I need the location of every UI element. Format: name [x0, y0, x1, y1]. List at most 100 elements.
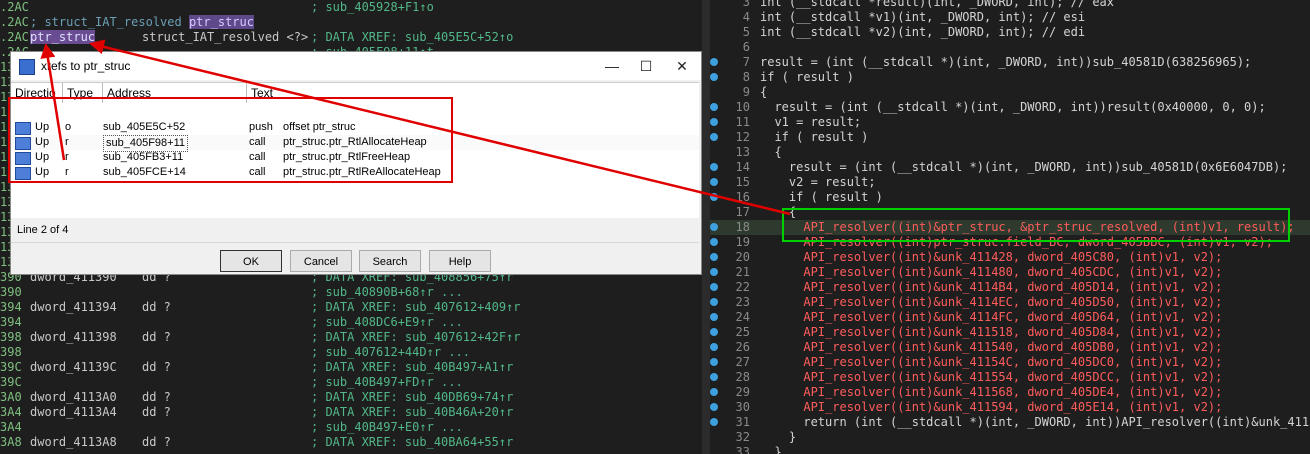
asm-comment: ; sub_40B497+FD↑r ... — [311, 375, 463, 389]
dialog-titlebar[interactable]: xrefs to ptr_struc — ☐ ✕ — [11, 52, 701, 80]
pseudocode-line[interactable]: 12 if ( result ) — [710, 130, 1310, 145]
breakpoint-dot-icon[interactable] — [710, 193, 718, 201]
cancel-button[interactable]: Cancel — [290, 250, 352, 272]
line-number: 25 — [735, 325, 750, 339]
pseudocode-line[interactable]: 14 result = (int (__stdcall *)(int, _DWO… — [710, 160, 1310, 175]
breakpoint-dot-icon[interactable] — [710, 223, 718, 231]
code-text: API_resolver((int)&unk_411554, dword_405… — [760, 370, 1223, 384]
breakpoint-dot-icon[interactable] — [710, 58, 718, 66]
asm-line[interactable]: .2AC ; sub_405928+F1↑o — [0, 0, 702, 15]
pseudocode-line[interactable]: 26 API_resolver((int)&unk_411540, dword_… — [710, 340, 1310, 355]
breakpoint-dot-icon[interactable] — [710, 358, 718, 366]
pseudocode-line[interactable]: 5 int (__stdcall *v2)(int, _DWORD, int); … — [710, 25, 1310, 40]
pseudocode-line[interactable]: 4 int (__stdcall *v1)(int, _DWORD, int); … — [710, 10, 1310, 25]
breakpoint-dot-icon[interactable] — [710, 73, 718, 81]
pseudocode-line[interactable]: 9{ — [710, 85, 1310, 100]
breakpoint-dot-icon[interactable] — [710, 238, 718, 246]
pseudocode-line[interactable]: 16 if ( result ) — [710, 190, 1310, 205]
asm-line[interactable]: 390 ; sub_40890B+68↑r ... — [0, 285, 702, 300]
label-text: dword_4113A4 — [30, 405, 117, 419]
minimize-button[interactable]: — — [595, 52, 629, 80]
pseudocode-line[interactable]: 25 API_resolver((int)&unk_411518, dword_… — [710, 325, 1310, 340]
asm-comment: ; DATA XREF: sub_40B497+A1↑r — [311, 360, 514, 374]
asm-line[interactable]: .2AC; struct_IAT_resolved ptr_struc — [0, 15, 702, 30]
highlighted-symbol[interactable]: ptr_struc — [188, 15, 254, 29]
pane-splitter[interactable] — [702, 0, 710, 454]
asm-line[interactable]: 394 dword_411394 dd ? ; DATA XREF: sub_4076… — [0, 300, 702, 315]
pseudocode-line[interactable]: 7 result = (int (__stdcall *)(int, _DWORD… — [710, 55, 1310, 70]
asm-label[interactable]: dword_411398 — [30, 330, 117, 345]
asm-line[interactable]: .2AC ptr_struc struct_IAT_resolved <?>; DA… — [0, 30, 702, 45]
breakpoint-dot-icon[interactable] — [710, 118, 718, 126]
pseudocode-line[interactable]: 31 return (int (__stdcall *)(int, _DWORD… — [710, 415, 1310, 430]
asm-line[interactable]: 394 ; sub_408DC6+E9↑r ... — [0, 315, 702, 330]
breakpoint-dot-icon[interactable] — [710, 253, 718, 261]
pseudocode-line[interactable]: 30 API_resolver((int)&unk_411594, dword_… — [710, 400, 1310, 415]
line-number: 10 — [735, 100, 750, 114]
pseudocode-line[interactable]: 15 v2 = result; — [710, 175, 1310, 190]
line-number: 19 — [735, 235, 750, 249]
pseudocode-line[interactable]: 33 } — [710, 445, 1310, 454]
breakpoint-dot-icon[interactable] — [710, 328, 718, 336]
pseudocode-line[interactable]: 32 } — [710, 430, 1310, 445]
line-number: 12 — [735, 130, 750, 144]
asm-address: .2AC — [0, 15, 29, 29]
breakpoint-dot-icon[interactable] — [710, 163, 718, 171]
line-number: 16 — [735, 190, 750, 204]
asm-line[interactable]: 39C ; sub_40B497+FD↑r ... — [0, 375, 702, 390]
breakpoint-dot-icon[interactable] — [710, 343, 718, 351]
asm-line[interactable]: 3A4 dword_4113A4 dd ? ; DATA XREF: sub_40B4… — [0, 405, 702, 420]
line-number: 27 — [735, 355, 750, 369]
breakpoint-dot-icon[interactable] — [710, 133, 718, 141]
asm-line[interactable]: 3A0 dword_4113A0 dd ? ; DATA XREF: sub_40DB… — [0, 390, 702, 405]
breakpoint-dot-icon[interactable] — [710, 313, 718, 321]
asm-label[interactable]: dword_4113A0 — [30, 390, 117, 405]
code-text: result = (int (__stdcall *)(int, _DWORD,… — [760, 160, 1288, 174]
asm-address: 3A4 — [0, 420, 22, 434]
asm-line[interactable]: 39C dword_41139C dd ? ; DATA XREF: sub_40B4… — [0, 360, 702, 375]
asm-label[interactable]: ptr_struc — [30, 30, 96, 45]
asm-line[interactable]: 3A8 dword_4113A8 dd ? ; DATA XREF: sub_40BA… — [0, 435, 702, 450]
asm-label[interactable]: ; struct_IAT_resolved ptr_struc — [30, 15, 254, 30]
status-line: Line 2 of 4 — [17, 224, 69, 236]
code-text: return (int (__stdcall *)(int, _DWORD, i… — [760, 415, 1310, 429]
close-button[interactable]: ✕ — [665, 52, 699, 80]
pseudocode-line[interactable]: 23 API_resolver((int)&unk_4114EC, dword_… — [710, 295, 1310, 310]
api-resolver-highlight-box — [782, 208, 1290, 242]
pseudocode-line[interactable]: 22 API_resolver((int)&unk_4114B4, dword_… — [710, 280, 1310, 295]
pseudocode-line[interactable]: 3 int (__stdcall *result)(int, _DWORD, in… — [710, 0, 1310, 10]
breakpoint-dot-icon[interactable] — [710, 103, 718, 111]
line-number: 17 — [735, 205, 750, 219]
help-button[interactable]: Help — [429, 250, 491, 272]
asm-label[interactable]: dword_4113A8 — [30, 435, 117, 450]
asm-line[interactable]: 3A4 ; sub_40B497+E0↑r ... — [0, 420, 702, 435]
pseudocode-line[interactable]: 6 — [710, 40, 1310, 55]
ok-button[interactable]: OK — [220, 250, 282, 272]
pseudocode-line[interactable]: 10 result = (int (__stdcall *)(int, _DWO… — [710, 100, 1310, 115]
pseudocode-line[interactable]: 24 API_resolver((int)&unk_4114FC, dword_… — [710, 310, 1310, 325]
breakpoint-dot-icon[interactable] — [710, 403, 718, 411]
search-button[interactable]: Search — [359, 250, 421, 272]
pseudocode-line[interactable]: 20 API_resolver((int)&unk_411428, dword_… — [710, 250, 1310, 265]
breakpoint-dot-icon[interactable] — [710, 283, 718, 291]
breakpoint-dot-icon[interactable] — [710, 388, 718, 396]
pseudocode-line[interactable]: 21 API_resolver((int)&unk_411480, dword_… — [710, 265, 1310, 280]
asm-label[interactable]: dword_41139C — [30, 360, 117, 375]
breakpoint-dot-icon[interactable] — [710, 268, 718, 276]
asm-line[interactable]: 398 dword_411398 dd ? ; DATA XREF: sub_4076… — [0, 330, 702, 345]
asm-label[interactable]: dword_4113A4 — [30, 405, 117, 420]
pseudocode-line[interactable]: 28 API_resolver((int)&unk_411554, dword_… — [710, 370, 1310, 385]
breakpoint-dot-icon[interactable] — [710, 418, 718, 426]
highlighted-symbol[interactable]: ptr_struc — [30, 30, 96, 44]
asm-label[interactable]: dword_411394 — [30, 300, 117, 315]
maximize-button[interactable]: ☐ — [629, 52, 663, 80]
asm-line[interactable]: 398 ; sub_407612+44D↑r ... — [0, 345, 702, 360]
pseudocode-line[interactable]: 27 API_resolver((int)&unk_41154C, dword_… — [710, 355, 1310, 370]
pseudocode-line[interactable]: 11 v1 = result; — [710, 115, 1310, 130]
breakpoint-dot-icon[interactable] — [710, 178, 718, 186]
breakpoint-dot-icon[interactable] — [710, 298, 718, 306]
pseudocode-line[interactable]: 8 if ( result ) — [710, 70, 1310, 85]
breakpoint-dot-icon[interactable] — [710, 373, 718, 381]
pseudocode-line[interactable]: 29 API_resolver((int)&unk_411568, dword_… — [710, 385, 1310, 400]
pseudocode-line[interactable]: 13 { — [710, 145, 1310, 160]
